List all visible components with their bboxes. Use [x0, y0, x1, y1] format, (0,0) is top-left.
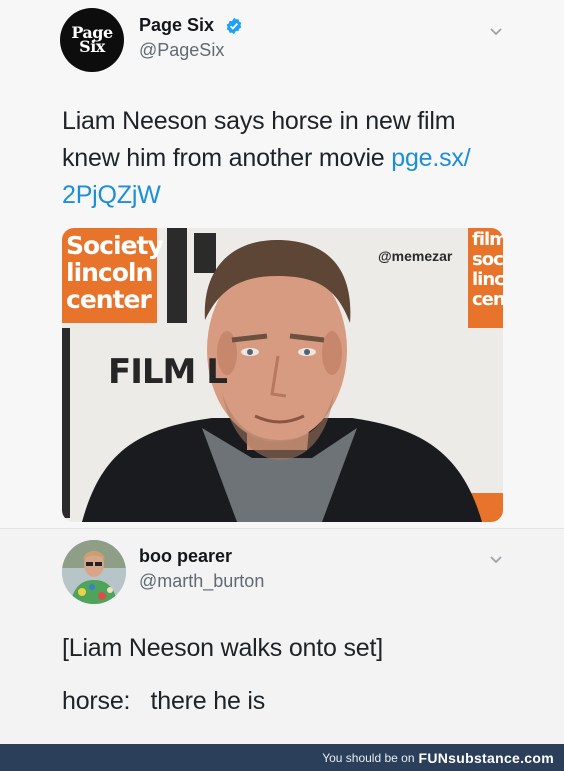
- reply-handle[interactable]: @marth_burton: [139, 571, 264, 592]
- backdrop-right-line3: linc: [472, 269, 503, 290]
- verified-icon: [226, 17, 242, 35]
- reply-text-line2: horse: there he is: [62, 687, 266, 715]
- image-watermark: @memezar: [378, 248, 453, 264]
- footer-prefix: You should be on: [322, 750, 415, 765]
- boo-pearer-avatar[interactable]: [62, 540, 126, 604]
- tweet-photo[interactable]: Society lincoln center film soc linc cen…: [62, 228, 503, 522]
- backdrop-right-line2: soc: [472, 249, 503, 270]
- tweet-text-line1: Liam Neeson says horse in new film: [62, 107, 456, 135]
- backdrop-right-line4: cen: [472, 289, 503, 310]
- backdrop-left-line2: lincoln: [66, 258, 153, 287]
- tweet-text: Liam Neeson says horse in new film knew …: [62, 103, 471, 214]
- footer-brand-link[interactable]: FUNsubstance.com: [419, 750, 555, 766]
- reply-chevron-down-icon[interactable]: [489, 552, 503, 566]
- tweet-pagesix[interactable]: Page Six Page Six @PageSix Liam Neeson s…: [0, 0, 564, 528]
- footer-banner: You should be on FUNsubstance.com: [0, 744, 564, 771]
- tweet-link-continued[interactable]: 2PjQZjW: [62, 177, 470, 214]
- handle[interactable]: @PageSix: [139, 40, 224, 61]
- tweet-text-line2: knew him from another movie pge.sx/: [62, 140, 471, 177]
- avatar-logo-line2: Six: [79, 37, 105, 56]
- backdrop-text-left: Society lincoln center: [66, 231, 164, 314]
- backdrop-left-line3: center: [66, 285, 152, 314]
- tweet-text-line2-body: knew him from another movie: [62, 144, 392, 172]
- display-name[interactable]: Page Six: [139, 15, 214, 36]
- reply-display-name[interactable]: boo pearer: [139, 546, 232, 567]
- backdrop-text-right: film soc linc cen: [472, 230, 503, 310]
- avatar-photo: [62, 540, 126, 604]
- reply-text-line1: [Liam Neeson walks onto set]: [62, 634, 383, 662]
- pagesix-avatar[interactable]: Page Six: [60, 8, 124, 72]
- backdrop-film-text: FILM L: [108, 352, 228, 392]
- backdrop-left-line1: Society: [66, 231, 164, 260]
- chevron-down-icon[interactable]: [489, 24, 503, 38]
- backdrop-right-line1: film: [472, 229, 503, 250]
- tweet-link[interactable]: pge.sx/: [391, 144, 470, 172]
